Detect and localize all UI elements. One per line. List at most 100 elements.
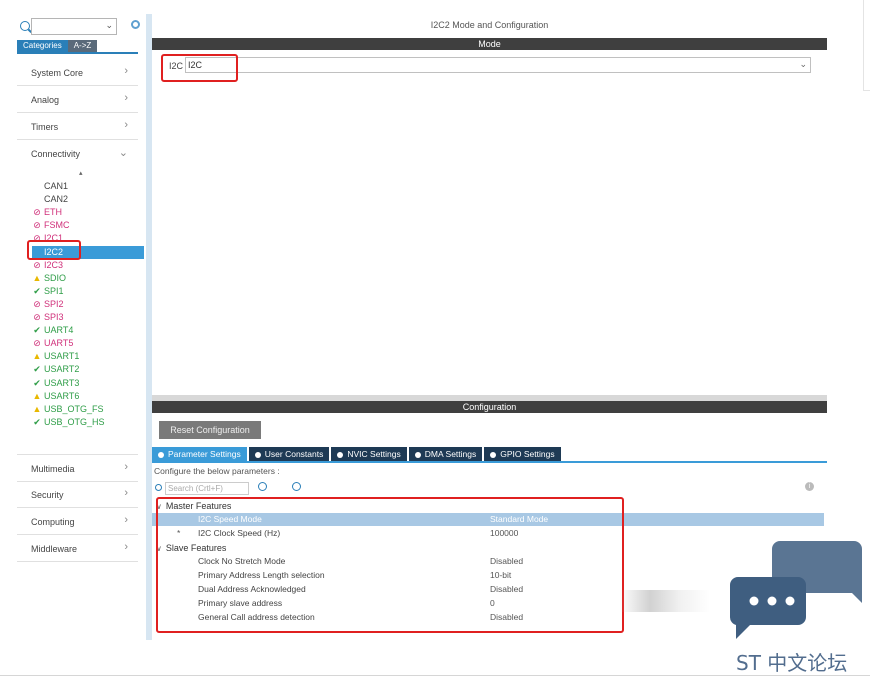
category-label: System Core bbox=[31, 68, 84, 78]
category-connectivity[interactable]: Connectivity ⌄ bbox=[17, 140, 138, 166]
chat-bubbles-icon bbox=[729, 541, 862, 639]
category-label: Middleware bbox=[31, 544, 78, 554]
category-timers[interactable]: Timers › bbox=[17, 113, 138, 140]
category-security[interactable]: Security › bbox=[17, 481, 138, 508]
status-dot-icon bbox=[158, 451, 164, 458]
sidebar-item-label: CAN1 bbox=[44, 181, 69, 191]
sidebar-item-usart2[interactable]: ✔ USART2 bbox=[32, 363, 144, 376]
highlight-box bbox=[161, 54, 238, 82]
sidebar: ⌄ Categories A->Z System Core › Analog ›… bbox=[17, 14, 144, 640]
sidebar-item-spi2[interactable]: ⊘ SPI2 bbox=[32, 298, 144, 311]
bottom-divider bbox=[0, 675, 870, 676]
tab-gpio-settings[interactable]: GPIO Settings bbox=[484, 447, 561, 461]
tab-a-to-z[interactable]: A->Z bbox=[67, 40, 98, 52]
watermark-text: ST 中文论坛 bbox=[736, 651, 848, 675]
sidebar-item-sdio[interactable]: ▲ SDIO bbox=[32, 272, 144, 285]
expand-all-icon[interactable] bbox=[258, 482, 267, 491]
sidebar-item-label: FSMC bbox=[44, 220, 70, 231]
category-label: Computing bbox=[31, 517, 75, 527]
category-label: Security bbox=[31, 490, 64, 500]
sort-icon[interactable]: ▴ bbox=[79, 169, 83, 177]
sidebar-item-usart6[interactable]: ▲ USART6 bbox=[32, 390, 144, 403]
sidebar-item-usart3[interactable]: ✔ USART3 bbox=[32, 377, 144, 390]
sidebar-item-label: UART4 bbox=[44, 325, 74, 336]
status-dot-icon bbox=[490, 451, 497, 458]
status-dot-icon bbox=[414, 451, 421, 458]
mode-panel: I2C I2C ⌄ bbox=[152, 50, 827, 395]
sidebar-item-usb-otg-fs[interactable]: ▲ USB_OTG_FS bbox=[32, 403, 144, 416]
sidebar-item-spi3[interactable]: ⊘ SPI3 bbox=[32, 311, 144, 324]
blocked-icon: ⊘ bbox=[33, 259, 41, 270]
sidebar-item-can2[interactable]: ·CAN2 bbox=[32, 193, 144, 206]
sidebar-item-uart5[interactable]: ⊘ UART5 bbox=[32, 337, 144, 350]
sidebar-item-label: USB_OTG_FS bbox=[44, 403, 104, 414]
tab-dma-settings[interactable]: DMA Settings bbox=[408, 447, 483, 461]
blocked-icon: ⊘ bbox=[33, 338, 41, 349]
check-icon: ✔ bbox=[33, 325, 41, 336]
page-title: I2C2 Mode and Configuration bbox=[430, 20, 549, 30]
blocked-icon: ⊘ bbox=[33, 312, 41, 322]
sidebar-item-uart4[interactable]: ✔ UART4 bbox=[32, 324, 144, 337]
category-computing[interactable]: Computing › bbox=[17, 508, 138, 535]
gear-icon[interactable] bbox=[131, 20, 140, 29]
tab-label: NVIC Settings bbox=[347, 449, 401, 459]
tab-parameter-settings[interactable]: Parameter Settings bbox=[152, 447, 247, 461]
check-icon: ✔ bbox=[33, 416, 41, 427]
sidebar-item-label: USART6 bbox=[44, 390, 80, 401]
sidebar-item-usb-otg-hs[interactable]: ✔ USB_OTG_HS bbox=[32, 416, 144, 429]
warning-icon: ▲ bbox=[32, 403, 42, 414]
sidebar-item-usart1[interactable]: ▲ USART1 bbox=[32, 350, 144, 363]
chevron-right-icon: › bbox=[124, 514, 128, 526]
category-middleware[interactable]: Middleware › bbox=[17, 535, 138, 562]
highlight-box bbox=[156, 497, 624, 633]
sidebar-search-row: ⌄ bbox=[17, 18, 140, 36]
blocked-icon: ⊘ bbox=[33, 298, 41, 309]
chevron-down-icon: ⌄ bbox=[105, 20, 113, 30]
right-panel-edge bbox=[863, 0, 870, 91]
check-icon: ✔ bbox=[33, 285, 41, 296]
sidebar-item-label: UART5 bbox=[44, 338, 74, 349]
check-icon: ✔ bbox=[33, 377, 41, 388]
blurred-region bbox=[620, 590, 710, 612]
sidebar-item-i2c3[interactable]: ⊘ I2C3 bbox=[32, 259, 144, 272]
status-dot-icon bbox=[337, 451, 344, 458]
sidebar-item-label: SPI1 bbox=[44, 285, 64, 296]
reset-configuration-button[interactable]: Reset Configuration bbox=[159, 421, 261, 439]
mode-header: Mode bbox=[152, 38, 827, 50]
tab-nvic-settings[interactable]: NVIC Settings bbox=[331, 447, 407, 461]
sidebar-item-fsmc[interactable]: ⊘ FSMC bbox=[32, 219, 144, 232]
search-icon bbox=[155, 484, 162, 491]
sidebar-item-label: USB_OTG_HS bbox=[44, 416, 105, 427]
tab-categories[interactable]: Categories bbox=[17, 40, 68, 52]
sidebar-item-label: I2C3 bbox=[44, 259, 64, 270]
info-icon[interactable]: i bbox=[805, 482, 814, 491]
tab-underline bbox=[17, 52, 138, 54]
sidebar-item-label: SDIO bbox=[44, 272, 67, 283]
help-icon[interactable] bbox=[292, 482, 301, 491]
configuration-panel: Reset Configuration Parameter Settings U… bbox=[152, 413, 827, 640]
i2c-mode-select[interactable]: I2C ⌄ bbox=[185, 57, 811, 73]
sidebar-item-spi1[interactable]: ✔ SPI1 bbox=[32, 285, 144, 298]
category-system-core[interactable]: System Core › bbox=[17, 59, 138, 86]
sidebar-item-label: USART1 bbox=[44, 351, 80, 362]
category-multimedia[interactable]: Multimedia › bbox=[17, 454, 138, 482]
tab-user-constants[interactable]: User Constants bbox=[248, 447, 330, 461]
category-label: Analog bbox=[31, 95, 60, 105]
sidebar-item-label: USART2 bbox=[44, 364, 80, 375]
tab-underline bbox=[152, 461, 827, 463]
parameter-search-input[interactable]: Search (Crtl+F) bbox=[165, 482, 249, 495]
sidebar-item-can1[interactable]: ·CAN1 bbox=[32, 180, 144, 193]
search-icon bbox=[20, 21, 30, 31]
sidebar-search-select[interactable]: ⌄ bbox=[31, 18, 117, 35]
sidebar-tabs: Categories A->Z bbox=[17, 40, 98, 52]
category-label: Connectivity bbox=[31, 149, 81, 159]
warning-icon: ▲ bbox=[32, 351, 42, 362]
category-analog[interactable]: Analog › bbox=[17, 86, 138, 113]
sidebar-item-eth[interactable]: ⊘ ETH bbox=[32, 206, 144, 219]
tab-label: Parameter Settings bbox=[168, 449, 241, 459]
chevron-down-icon: ⌄ bbox=[799, 59, 807, 69]
sidebar-item-label: USART3 bbox=[44, 377, 80, 388]
parameter-search-row: Search (Crtl+F) i bbox=[154, 482, 824, 496]
chevron-right-icon: › bbox=[124, 65, 128, 77]
warning-icon: ▲ bbox=[32, 390, 42, 401]
